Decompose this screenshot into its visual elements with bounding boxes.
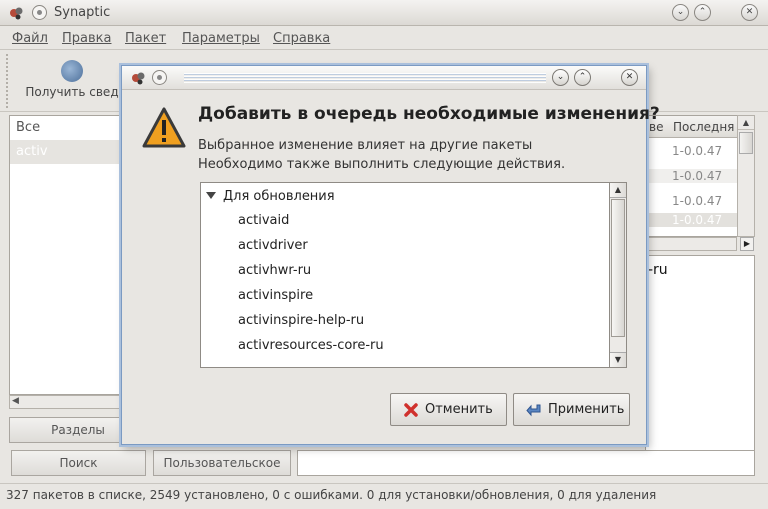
package-table-hscroll[interactable]: ▶ [645,237,754,251]
apply-button[interactable]: Применить [513,393,630,426]
close-button[interactable]: ✕ [741,4,758,21]
filter-list-hscroll[interactable]: ◀ [9,395,121,409]
changes-tree[interactable]: Для обновления activaid activdriver acti… [200,182,610,368]
cancel-icon [404,403,418,417]
synaptic-app-icon [10,7,23,20]
cancel-button[interactable]: Отменить [390,393,507,426]
reload-label: Получить свед [25,85,119,99]
column-header-latest[interactable]: Последня [673,120,734,134]
scroll-thumb[interactable] [611,199,625,337]
dialog-minimize-button[interactable]: ⌄ [552,69,569,86]
dialog-message: Выбранное изменение влияет на другие пак… [198,136,565,174]
minimize-button[interactable]: ⌄ [672,4,689,21]
scroll-up-icon[interactable]: ▲ [738,116,754,130]
apply-icon [526,404,541,417]
filter-item-search[interactable]: activ [10,140,120,164]
reload-icon [61,60,83,82]
dialog-heading: Добавить в очередь необходимые изменения… [198,104,660,124]
filter-entry-area [297,450,755,476]
table-row[interactable]: 1-0.0.47 [672,194,722,208]
changes-tree-scrollbar[interactable]: ▲ ▼ [610,182,627,368]
menu-package[interactable]: Пакет [125,31,166,46]
expander-icon[interactable] [206,192,216,199]
dialog-message-line: Выбранное изменение влияет на другие пак… [198,138,533,153]
window-menu-icon[interactable] [32,5,47,20]
custom-filter-button[interactable]: Пользовательское [153,450,291,476]
search-button[interactable]: Поиск [11,450,146,476]
scroll-left-icon[interactable]: ◀ [12,396,19,406]
menu-settings[interactable]: Параметры [182,31,260,46]
menu-help[interactable]: Справка [273,31,330,46]
scroll-right-icon[interactable]: ▶ [740,237,754,251]
tree-group-label: Для обновления [223,189,335,204]
dialog-titlebar[interactable]: ⌄ ⌃ ✕ [122,66,646,90]
window-title: Synaptic [54,5,111,20]
status-text: 327 пакетов в списке, 2549 установлено, … [6,488,657,502]
statusbar: 327 пакетов в списке, 2549 установлено, … [0,483,768,509]
scroll-thumb[interactable] [739,132,753,154]
tree-item[interactable]: activdriver [238,238,308,253]
tree-item[interactable]: activaid [238,213,289,228]
dialog-menu-icon[interactable] [152,70,167,85]
scroll-down-icon[interactable]: ▼ [610,352,626,367]
warning-icon [142,107,186,148]
confirm-changes-dialog: ⌄ ⌃ ✕ Добавить в очередь необходимые изм… [121,65,660,445]
tree-item[interactable]: activhwr-ru [238,263,311,278]
tree-item-partial [238,363,318,367]
description-text: -ru [648,262,668,278]
reload-button[interactable]: Получить свед [16,56,128,106]
toolbar-grip[interactable] [6,54,11,108]
scroll-up-icon[interactable]: ▲ [610,183,626,198]
apply-label: Применить [548,402,625,417]
synaptic-app-icon [132,72,145,85]
tree-item[interactable]: activinspire-help-ru [238,313,364,328]
titlebar-stripes [184,73,546,83]
package-table-vscroll[interactable]: ▲ [737,115,755,237]
menubar: Файл Правка Пакет Параметры Справка [0,26,768,50]
main-titlebar[interactable]: Synaptic ⌄ ⌃ ✕ [0,0,768,26]
menu-file[interactable]: Файл [12,31,48,46]
dialog-maximize-button[interactable]: ⌃ [574,69,591,86]
tree-item[interactable]: activresources-core-ru [238,338,384,353]
description-pane: -ru [645,255,755,475]
filter-list[interactable]: Все activ [9,115,121,395]
maximize-button[interactable]: ⌃ [694,4,711,21]
filter-item-all[interactable]: Все [10,116,120,140]
table-row[interactable]: 1-0.0.47 [672,144,722,158]
dialog-close-button[interactable]: ✕ [621,69,638,86]
tree-item[interactable]: activinspire [238,288,313,303]
cancel-label: Отменить [425,402,493,417]
dialog-message-line: Необходимо также выполнить следующие дей… [198,157,566,172]
menu-edit[interactable]: Правка [62,31,111,46]
